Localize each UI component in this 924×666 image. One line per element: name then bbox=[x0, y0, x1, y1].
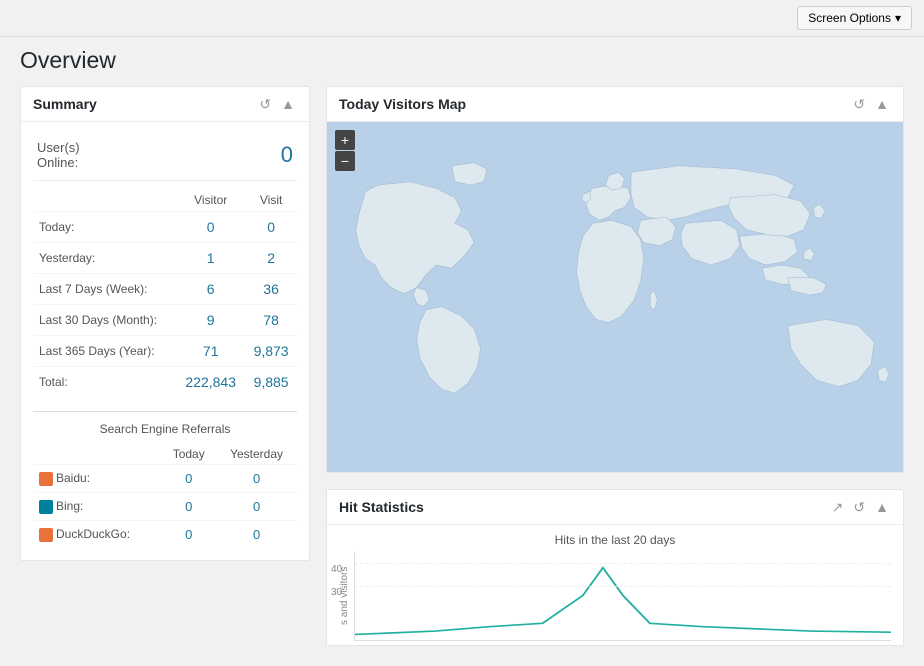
summary-row-visit: 9,873 bbox=[245, 336, 297, 367]
hit-stats-export-button[interactable]: ↗ bbox=[830, 498, 846, 516]
summary-row-visitor: 222,843 bbox=[176, 367, 245, 398]
summary-row-label: Last 7 Days (Week): bbox=[33, 274, 176, 305]
se-col-today: Today bbox=[161, 444, 216, 465]
chart-label-30: 30 bbox=[331, 587, 342, 598]
hit-stats-chart: Hits in the last 20 days s and visitors … bbox=[327, 525, 903, 645]
search-engine-table: Today Yesterday Baidu: 0 0 Bing: 0 0 Duc… bbox=[33, 444, 297, 548]
se-col-label bbox=[33, 444, 161, 465]
summary-row-label: Last 365 Days (Year): bbox=[33, 336, 176, 367]
summary-row-visit: 78 bbox=[245, 305, 297, 336]
map-widget-controls: ↺ ▲ bbox=[851, 95, 891, 113]
top-bar: Screen Options ▾ bbox=[0, 0, 924, 37]
summary-col-label bbox=[33, 189, 176, 212]
map-zoom-out-button[interactable]: − bbox=[335, 151, 355, 171]
se-row-today: 0 bbox=[161, 465, 216, 493]
map-widget-header: Today Visitors Map ↺ ▲ bbox=[327, 87, 903, 122]
map-widget-title: Today Visitors Map bbox=[339, 96, 466, 112]
summary-table-row: Last 365 Days (Year): 71 9,873 bbox=[33, 336, 297, 367]
search-engine-title: Search Engine Referrals bbox=[33, 422, 297, 436]
summary-table-row: Last 30 Days (Month): 9 78 bbox=[33, 305, 297, 336]
chart-gridline-40: 40 bbox=[355, 563, 891, 564]
summary-row-visitor: 9 bbox=[176, 305, 245, 336]
world-map-svg bbox=[327, 122, 903, 472]
page-title: Overview bbox=[0, 37, 924, 86]
right-column: Today Visitors Map ↺ ▲ + − bbox=[326, 86, 904, 646]
se-row-label: Bing: bbox=[33, 493, 161, 521]
chart-gridline-30: 30 bbox=[355, 586, 891, 587]
summary-row-visit: 36 bbox=[245, 274, 297, 305]
users-online-row: User(s)Online: 0 bbox=[33, 134, 297, 181]
summary-row-visitor: 0 bbox=[176, 212, 245, 243]
summary-widget-header: Summary ↺ ▲ bbox=[21, 87, 309, 122]
summary-row-visit: 2 bbox=[245, 243, 297, 274]
summary-row-visitor: 1 bbox=[176, 243, 245, 274]
summary-widget-title: Summary bbox=[33, 96, 97, 112]
se-row-yesterday: 0 bbox=[216, 465, 297, 493]
chart-area: s and visitors 40 30 bbox=[339, 551, 891, 641]
screen-options-button[interactable]: Screen Options ▾ bbox=[797, 6, 912, 30]
left-column: Summary ↺ ▲ User(s)Online: 0 V bbox=[20, 86, 310, 646]
summary-row-visitor: 6 bbox=[176, 274, 245, 305]
summary-collapse-button[interactable]: ▲ bbox=[279, 95, 297, 113]
se-row-today: 0 bbox=[161, 521, 216, 549]
summary-table-row: Last 7 Days (Week): 6 36 bbox=[33, 274, 297, 305]
hit-stats-widget-header: Hit Statistics ↗ ↺ ▲ bbox=[327, 490, 903, 525]
map-widget: Today Visitors Map ↺ ▲ + − bbox=[326, 86, 904, 473]
se-header-row: Today Yesterday bbox=[33, 444, 297, 465]
summary-widget: Summary ↺ ▲ User(s)Online: 0 V bbox=[20, 86, 310, 561]
hit-stats-refresh-button[interactable]: ↺ bbox=[851, 498, 867, 516]
summary-row-visitor: 71 bbox=[176, 336, 245, 367]
summary-table-row: Total: 222,843 9,885 bbox=[33, 367, 297, 398]
summary-table-row: Today: 0 0 bbox=[33, 212, 297, 243]
se-engine-icon bbox=[39, 472, 53, 486]
se-row-label: DuckDuckGo: bbox=[33, 521, 161, 549]
summary-divider bbox=[33, 411, 297, 412]
se-col-yesterday: Yesterday bbox=[216, 444, 297, 465]
summary-table-row: Yesterday: 1 2 bbox=[33, 243, 297, 274]
screen-options-label: Screen Options bbox=[808, 11, 891, 25]
se-table-body: Baidu: 0 0 Bing: 0 0 DuckDuckGo: 0 0 bbox=[33, 465, 297, 549]
se-table-row: DuckDuckGo: 0 0 bbox=[33, 521, 297, 549]
chart-label-40: 40 bbox=[331, 564, 342, 575]
map-zoom-in-button[interactable]: + bbox=[335, 130, 355, 150]
se-table-row: Baidu: 0 0 bbox=[33, 465, 297, 493]
summary-refresh-button[interactable]: ↺ bbox=[257, 95, 273, 113]
hit-stats-widget-title: Hit Statistics bbox=[339, 499, 424, 515]
chart-inner: 40 30 bbox=[354, 551, 891, 641]
main-content: Summary ↺ ▲ User(s)Online: 0 V bbox=[0, 86, 924, 666]
hit-stats-widget: Hit Statistics ↗ ↺ ▲ Hits in the last 20… bbox=[326, 489, 904, 646]
summary-row-label: Last 30 Days (Month): bbox=[33, 305, 176, 336]
chevron-down-icon: ▾ bbox=[895, 11, 901, 25]
map-collapse-button[interactable]: ▲ bbox=[873, 95, 891, 113]
summary-row-visit: 0 bbox=[245, 212, 297, 243]
summary-row-visit: 9,885 bbox=[245, 367, 297, 398]
summary-row-label: Total: bbox=[33, 367, 176, 398]
summary-table-header-row: Visitor Visit bbox=[33, 189, 297, 212]
se-engine-icon bbox=[39, 528, 53, 542]
se-engine-icon bbox=[39, 500, 53, 514]
chart-title: Hits in the last 20 days bbox=[339, 533, 891, 547]
summary-table: Visitor Visit Today: 0 0 Yesterday: 1 2 … bbox=[33, 189, 297, 397]
se-row-yesterday: 0 bbox=[216, 493, 297, 521]
users-online-value: 0 bbox=[281, 142, 293, 168]
summary-widget-body: User(s)Online: 0 Visitor Visit Today: bbox=[21, 122, 309, 560]
summary-widget-controls: ↺ ▲ bbox=[257, 95, 297, 113]
summary-row-label: Yesterday: bbox=[33, 243, 176, 274]
se-row-yesterday: 0 bbox=[216, 521, 297, 549]
se-table-row: Bing: 0 0 bbox=[33, 493, 297, 521]
users-online-label: User(s)Online: bbox=[37, 140, 80, 170]
summary-table-body: Today: 0 0 Yesterday: 1 2 Last 7 Days (W… bbox=[33, 212, 297, 398]
hit-stats-collapse-button[interactable]: ▲ bbox=[873, 498, 891, 516]
se-row-today: 0 bbox=[161, 493, 216, 521]
map-container: + − bbox=[327, 122, 903, 472]
summary-col-visit: Visit bbox=[245, 189, 297, 212]
hit-stats-widget-controls: ↗ ↺ ▲ bbox=[830, 498, 891, 516]
summary-row-label: Today: bbox=[33, 212, 176, 243]
se-row-label: Baidu: bbox=[33, 465, 161, 493]
map-zoom-controls: + − bbox=[335, 130, 355, 172]
map-refresh-button[interactable]: ↺ bbox=[851, 95, 867, 113]
summary-col-visitor: Visitor bbox=[176, 189, 245, 212]
